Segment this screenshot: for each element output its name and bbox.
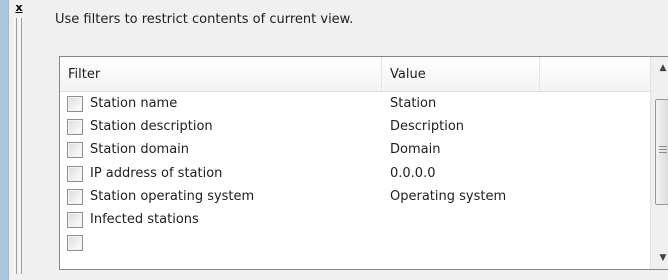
filter-list: Filter Value Station name Station Statio… bbox=[59, 56, 668, 270]
filter-rows: Station name Station Station description… bbox=[60, 93, 651, 255]
filter-row[interactable]: IP address of station 0.0.0.0 bbox=[60, 163, 651, 186]
column-header-filter[interactable]: Filter bbox=[60, 57, 382, 92]
filter-checkbox[interactable] bbox=[67, 119, 83, 136]
filter-value[interactable]: Station bbox=[390, 96, 436, 111]
filter-value[interactable]: 0.0.0.0 bbox=[390, 166, 435, 181]
filter-row[interactable]: Infected stations bbox=[60, 209, 651, 232]
filter-checkbox[interactable] bbox=[67, 188, 83, 205]
scrollbar-thumb[interactable] bbox=[655, 99, 668, 205]
filter-value[interactable]: Operating system bbox=[390, 189, 506, 204]
filter-checkbox[interactable] bbox=[67, 142, 83, 159]
filter-value[interactable]: Domain bbox=[390, 142, 440, 157]
filter-checkbox[interactable] bbox=[67, 235, 83, 252]
filter-row[interactable] bbox=[60, 232, 651, 255]
filter-row[interactable]: Station name Station bbox=[60, 93, 651, 116]
filter-label: Station operating system bbox=[90, 188, 255, 204]
filter-list-header: Filter Value bbox=[60, 57, 651, 92]
column-header-value[interactable]: Value bbox=[382, 57, 540, 92]
filter-panel: x Use filters to restrict contents of cu… bbox=[8, 0, 668, 280]
filter-checkbox[interactable] bbox=[67, 96, 83, 112]
filter-instructions: Use filters to restrict contents of curr… bbox=[55, 12, 354, 27]
vertical-scrollbar[interactable]: ▲ ▼ bbox=[650, 57, 668, 269]
filter-checkbox[interactable] bbox=[67, 211, 83, 228]
filter-label: Infected stations bbox=[90, 211, 199, 227]
panel-drag-grip[interactable] bbox=[12, 18, 22, 274]
filter-checkbox[interactable] bbox=[67, 165, 83, 182]
scroll-down-icon[interactable]: ▼ bbox=[651, 247, 668, 269]
filter-label: Station name bbox=[90, 96, 178, 111]
filter-row[interactable]: Station description Description bbox=[60, 116, 651, 139]
column-header-empty bbox=[540, 57, 651, 92]
filter-value[interactable]: Description bbox=[390, 119, 464, 134]
filter-label: Station description bbox=[90, 119, 213, 135]
filter-row[interactable]: Station domain Domain bbox=[60, 139, 651, 162]
scroll-up-icon[interactable]: ▲ bbox=[651, 57, 668, 79]
filter-label: Station domain bbox=[90, 142, 190, 158]
filter-row[interactable]: Station operating system Operating syste… bbox=[60, 186, 651, 209]
filter-label: IP address of station bbox=[90, 165, 223, 181]
close-panel-button[interactable]: x bbox=[12, 2, 26, 14]
